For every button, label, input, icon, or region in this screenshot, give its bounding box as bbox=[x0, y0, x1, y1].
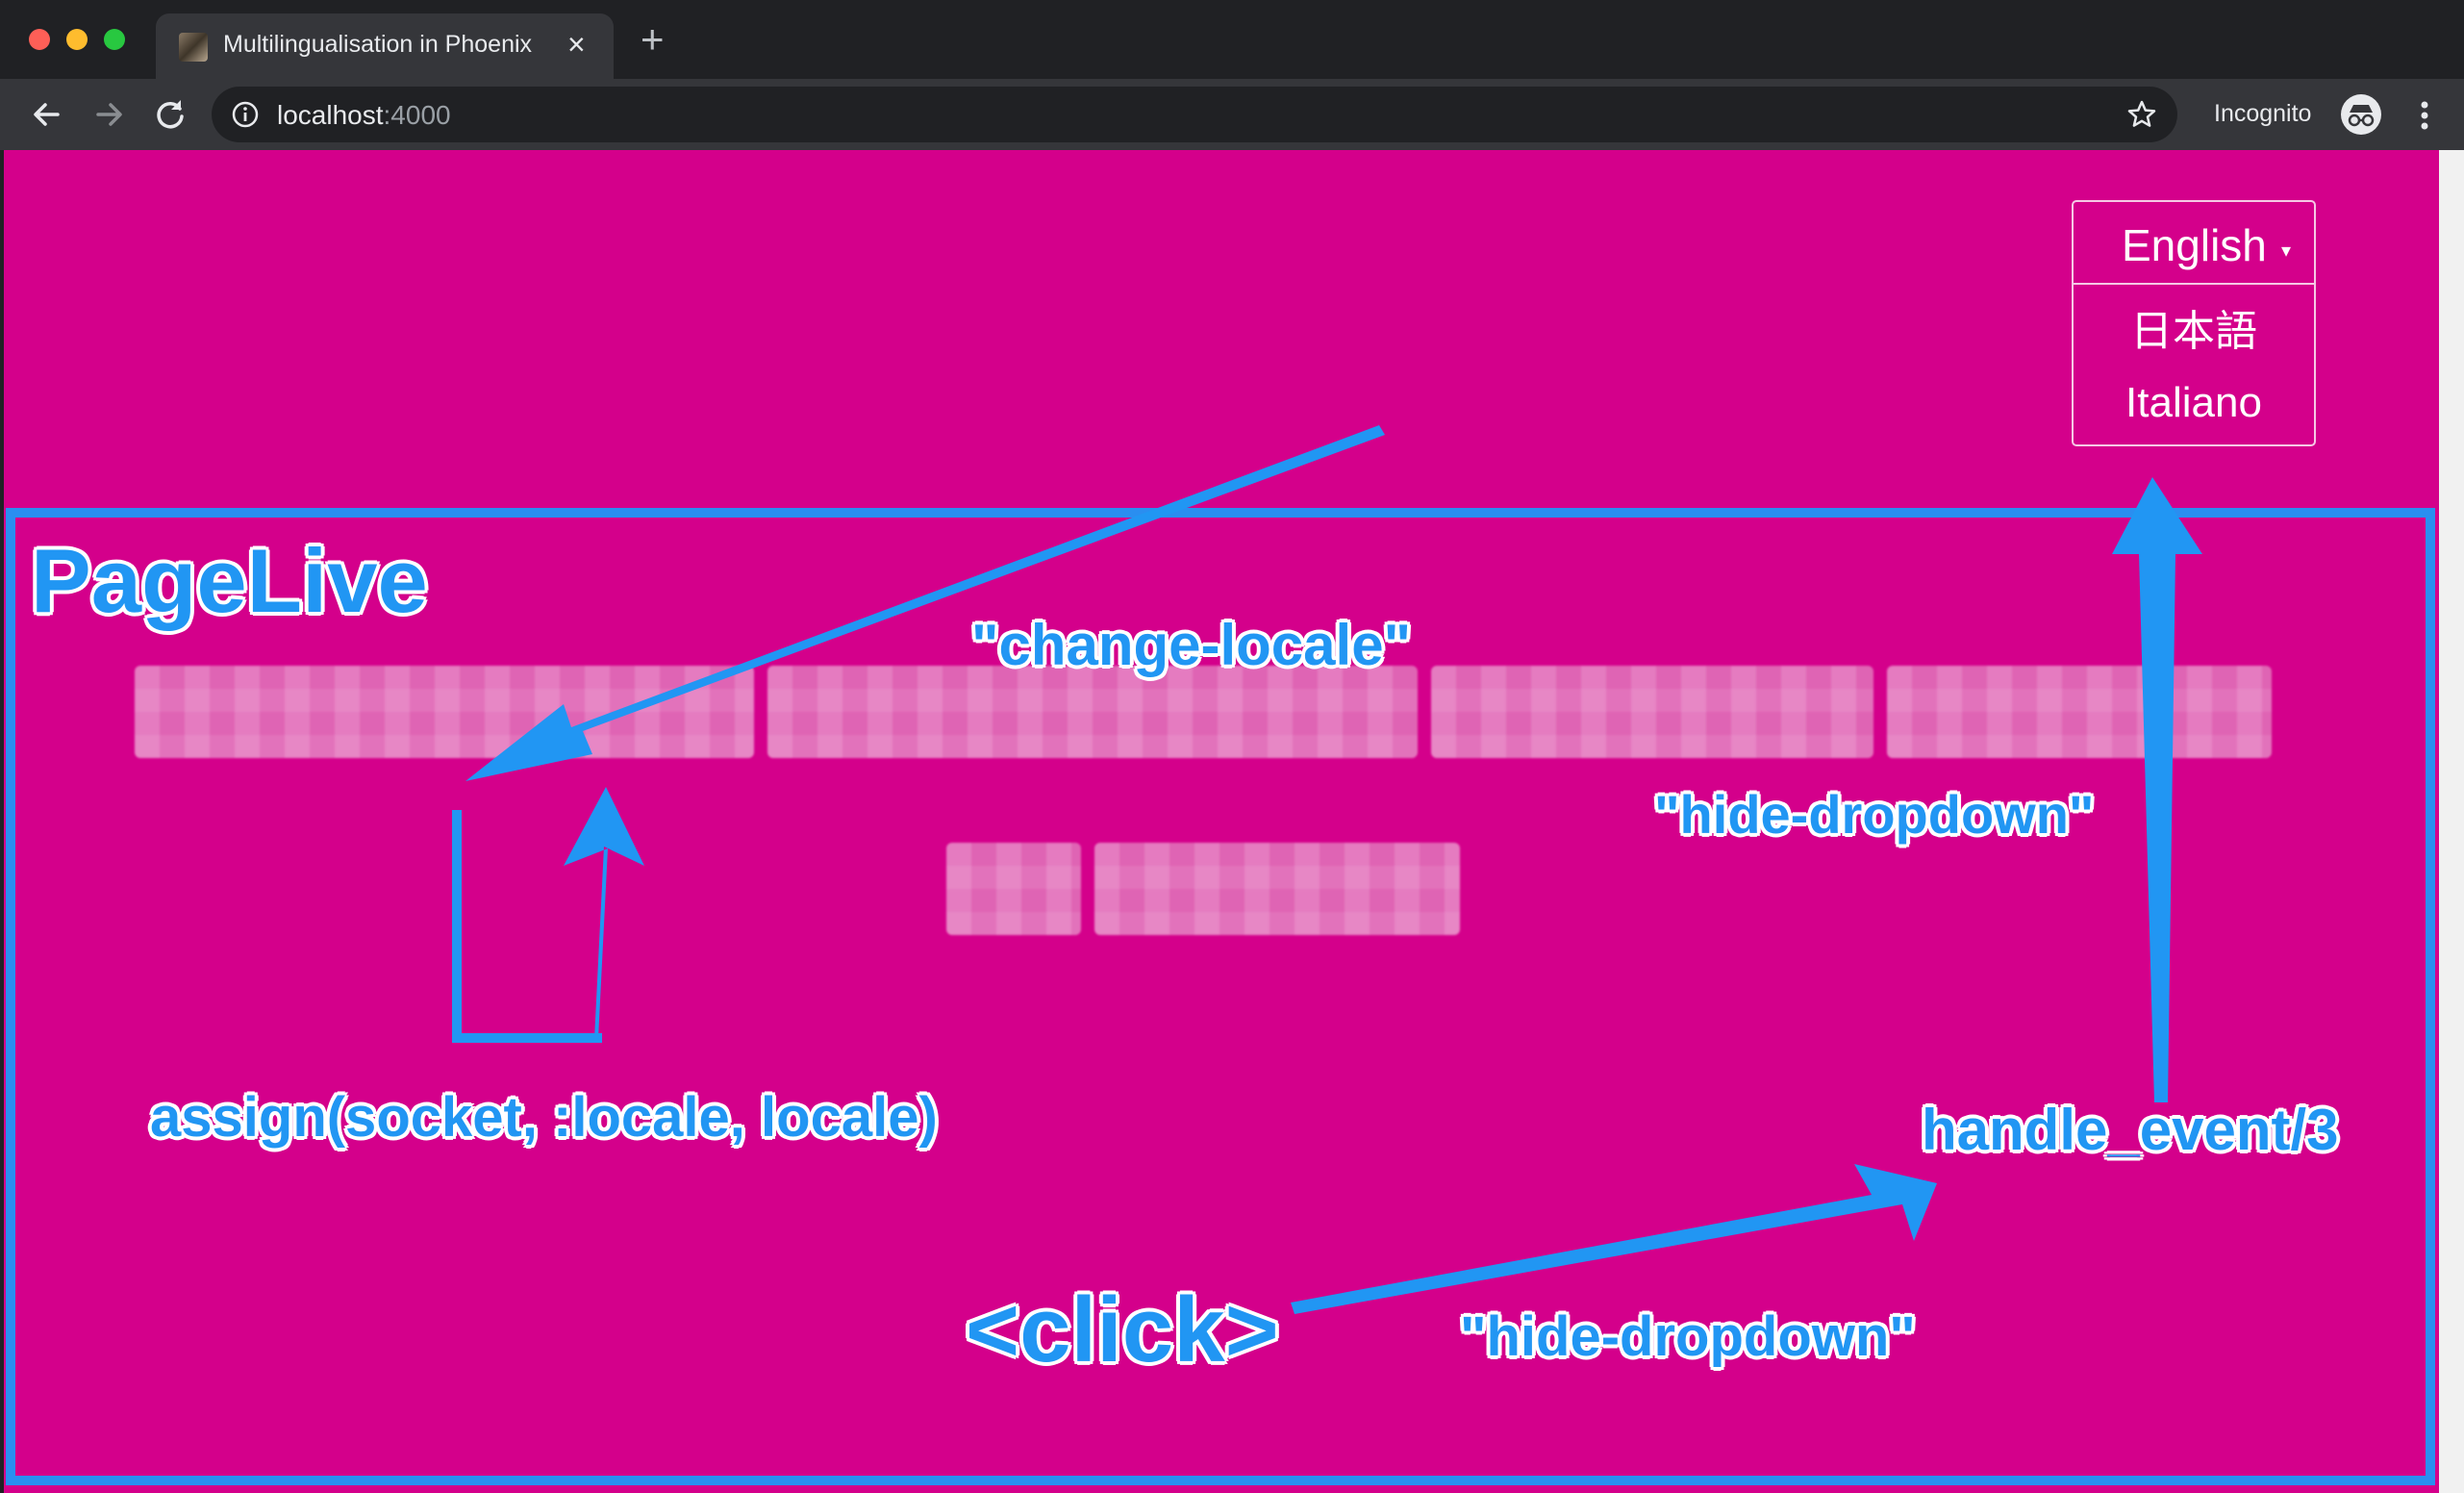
obscured-heading-line-1 bbox=[135, 666, 2272, 758]
annotation-hide-dropdown-bottom: "hide-dropdown" bbox=[1460, 1305, 1916, 1368]
tab-close-button[interactable]: × bbox=[567, 25, 586, 63]
window-close-button[interactable] bbox=[29, 29, 50, 50]
url-host: localhost bbox=[277, 100, 384, 130]
obscured-word bbox=[135, 666, 754, 758]
incognito-label: Incognito bbox=[2214, 100, 2312, 127]
forward-button[interactable] bbox=[85, 90, 133, 139]
annotation-hide-dropdown-top: "hide-dropdown" bbox=[1654, 784, 2095, 845]
obscured-word bbox=[1887, 666, 2272, 758]
new-tab-button[interactable]: + bbox=[641, 19, 665, 60]
favicon-icon bbox=[179, 33, 208, 62]
tab-bar: Multilingualisation in Phoenix × + bbox=[0, 0, 2464, 79]
annotation-assign: assign(socket, :locale, locale) bbox=[150, 1086, 938, 1149]
url-port: :4000 bbox=[383, 100, 451, 130]
window-maximize-button[interactable] bbox=[104, 29, 125, 50]
info-icon[interactable] bbox=[231, 100, 260, 129]
reload-button[interactable] bbox=[146, 90, 194, 139]
annotation-click: <click> bbox=[966, 1278, 1279, 1381]
url-text: localhost:4000 bbox=[277, 100, 451, 131]
annotation-handle-event: handle_event/3 bbox=[1922, 1098, 2339, 1162]
back-button[interactable] bbox=[23, 90, 71, 139]
reload-icon bbox=[157, 100, 184, 129]
language-dropdown[interactable]: English ▾ 日本語 Italiano bbox=[2072, 200, 2316, 446]
star-icon[interactable] bbox=[2125, 98, 2158, 131]
caret-down-icon: ▾ bbox=[2281, 240, 2292, 262]
annotation-change-locale: "change-locale" bbox=[971, 613, 1412, 677]
browser-toolbar: localhost:4000 Incognito bbox=[0, 79, 2464, 150]
forward-arrow-icon bbox=[96, 103, 122, 126]
obscured-word bbox=[946, 843, 1081, 935]
obscured-word bbox=[1431, 666, 1873, 758]
address-bar[interactable]: localhost:4000 bbox=[212, 87, 2177, 142]
annotation-pagelive: PageLive bbox=[31, 530, 428, 631]
incognito-icon[interactable] bbox=[2341, 94, 2381, 135]
tab-title: Multilingualisation in Phoenix bbox=[223, 31, 533, 58]
obscured-heading-line-2 bbox=[946, 843, 1460, 935]
back-arrow-icon bbox=[34, 103, 60, 126]
obscured-word bbox=[767, 666, 1418, 758]
selected-language: English bbox=[2122, 220, 2267, 270]
obscured-word bbox=[1094, 843, 1460, 935]
language-option-japanese[interactable]: 日本語 bbox=[2074, 296, 2314, 358]
scrollbar-gutter[interactable] bbox=[2439, 150, 2464, 1493]
kebab-menu-icon[interactable] bbox=[2410, 96, 2439, 135]
language-option-italian[interactable]: Italiano bbox=[2074, 379, 2314, 427]
window-minimize-button[interactable] bbox=[66, 29, 88, 50]
language-dropdown-toggle[interactable]: English ▾ bbox=[2074, 202, 2314, 285]
browser-tab[interactable]: Multilingualisation in Phoenix × bbox=[156, 13, 614, 79]
